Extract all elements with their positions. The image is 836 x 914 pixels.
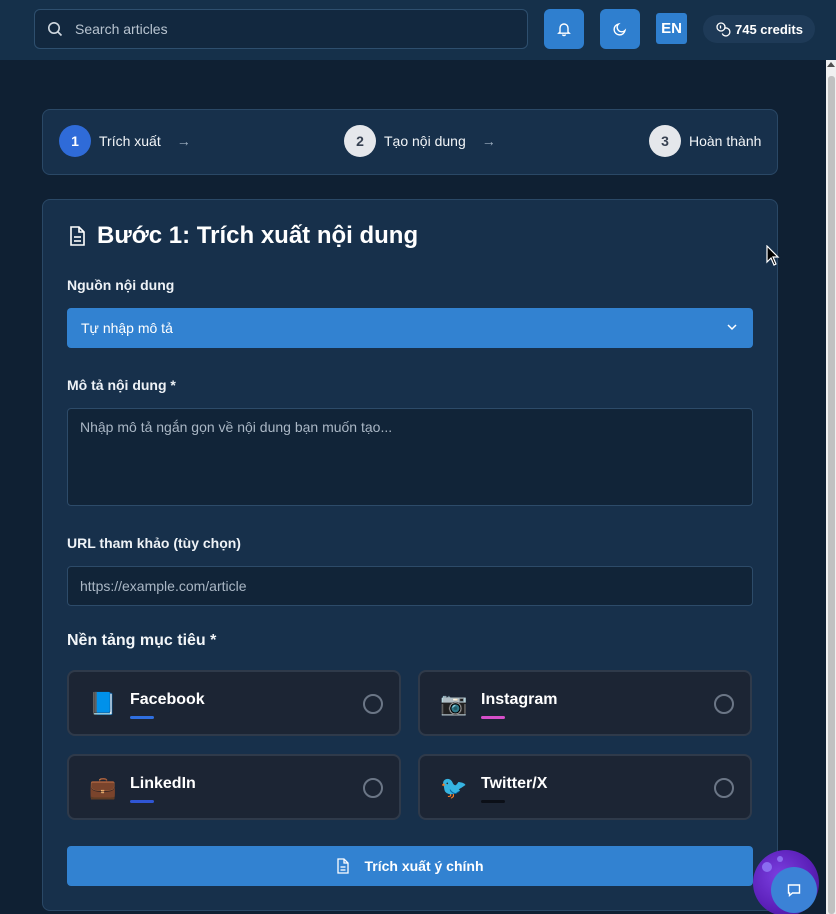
card-title-text: Bước 1: Trích xuất nội dung bbox=[97, 222, 419, 249]
url-input[interactable] bbox=[67, 566, 753, 606]
coins-icon bbox=[716, 22, 731, 37]
step-extract: 1 Trích xuất → bbox=[59, 125, 191, 157]
linkedin-briefcase-icon: 💼 bbox=[89, 775, 117, 800]
platform-radio[interactable] bbox=[714, 778, 734, 798]
platform-color-bar bbox=[481, 800, 505, 803]
source-label: Nguồn nội dung bbox=[67, 277, 175, 293]
source-select-value: Tự nhập mô tả bbox=[81, 320, 173, 336]
chat-bubble-icon bbox=[787, 884, 801, 897]
scroll-up-arrow[interactable] bbox=[827, 62, 835, 67]
notifications-button[interactable] bbox=[544, 9, 584, 49]
mouse-cursor-icon bbox=[766, 245, 780, 266]
top-bar: EN 745 credits bbox=[0, 0, 836, 60]
platform-name: LinkedIn bbox=[130, 775, 196, 792]
chevron-down-icon bbox=[727, 324, 737, 331]
platform-name: Instagram bbox=[481, 691, 558, 708]
arrow-right-icon: → bbox=[176, 133, 191, 149]
platform-option-facebook[interactable]: 📘 Facebook bbox=[67, 670, 401, 736]
platform-color-bar bbox=[481, 716, 505, 719]
step-label: Tạo nội dung bbox=[384, 133, 466, 149]
extract-card: Bước 1: Trích xuất nội dung Nguồn nội du… bbox=[42, 199, 778, 911]
step-number: 3 bbox=[649, 125, 681, 157]
step-create: 2 Tạo nội dung → bbox=[344, 125, 496, 157]
facebook-book-icon: 📘 bbox=[89, 691, 117, 716]
platform-radio[interactable] bbox=[363, 694, 383, 714]
bell-icon bbox=[557, 23, 571, 37]
description-label: Mô tả nội dung * bbox=[67, 377, 176, 393]
arrow-right-icon: → bbox=[481, 133, 496, 149]
credits-badge[interactable]: 745 credits bbox=[703, 15, 815, 43]
extract-submit-button[interactable]: Trích xuất ý chính bbox=[67, 846, 753, 886]
description-textarea[interactable] bbox=[67, 408, 753, 506]
url-label: URL tham khảo (tùy chọn) bbox=[67, 535, 241, 551]
submit-label: Trích xuất ý chính bbox=[364, 858, 484, 874]
step-label: Trích xuất bbox=[99, 133, 161, 149]
platform-option-linkedin[interactable]: 💼 LinkedIn bbox=[67, 754, 401, 820]
step-number: 1 bbox=[59, 125, 91, 157]
scrollbar-thumb[interactable] bbox=[828, 76, 835, 914]
platforms-label: Nền tảng mục tiêu * bbox=[67, 632, 217, 649]
progress-stepper: 1 Trích xuất → 2 Tạo nội dung → 3 Hoàn t… bbox=[42, 109, 778, 175]
platform-name: Facebook bbox=[130, 691, 205, 708]
platform-color-bar bbox=[130, 800, 154, 803]
step-number: 2 bbox=[344, 125, 376, 157]
platform-name: Twitter/X bbox=[481, 775, 548, 792]
instagram-camera-icon: 📷 bbox=[440, 691, 468, 716]
theme-toggle-button[interactable] bbox=[600, 9, 640, 49]
chat-button[interactable] bbox=[771, 867, 817, 913]
platform-option-instagram[interactable]: 📷 Instagram bbox=[418, 670, 752, 736]
decor-dot bbox=[777, 856, 783, 862]
platform-color-bar bbox=[130, 716, 154, 719]
moon-icon bbox=[613, 22, 627, 36]
decor-dot bbox=[762, 862, 772, 872]
twitter-bird-icon: 🐦 bbox=[440, 775, 468, 800]
language-button[interactable]: EN bbox=[656, 13, 687, 44]
search-box[interactable] bbox=[34, 9, 528, 49]
document-icon bbox=[70, 226, 85, 246]
platform-radio[interactable] bbox=[714, 694, 734, 714]
search-input[interactable] bbox=[75, 21, 495, 37]
document-icon bbox=[337, 858, 350, 874]
step-complete: 3 Hoàn thành bbox=[649, 125, 761, 157]
platform-option-twitter[interactable]: 🐦 Twitter/X bbox=[418, 754, 752, 820]
search-icon bbox=[48, 22, 63, 37]
credits-text: 745 credits bbox=[735, 21, 803, 37]
source-select[interactable]: Tự nhập mô tả bbox=[67, 308, 753, 348]
step-label: Hoàn thành bbox=[689, 133, 762, 149]
platform-radio[interactable] bbox=[363, 778, 383, 798]
card-title: Bước 1: Trích xuất nội dung bbox=[67, 222, 418, 250]
